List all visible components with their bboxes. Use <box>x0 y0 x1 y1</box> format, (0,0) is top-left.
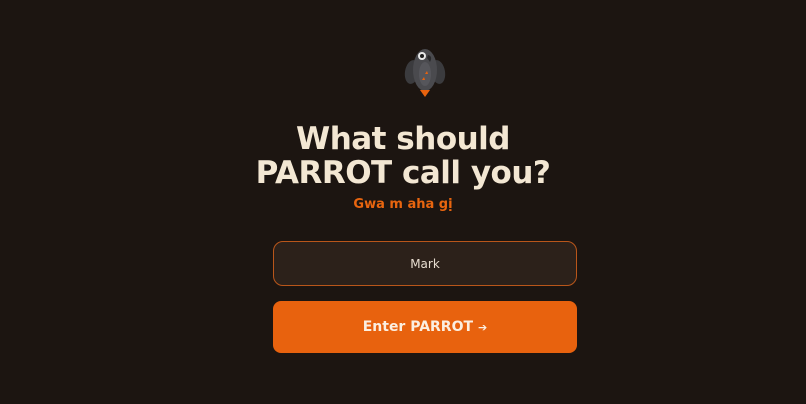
welcome-screen: What should PARROT call you? Gwa m aha g… <box>0 0 806 404</box>
name-input[interactable] <box>273 241 577 286</box>
page-subtitle: Gwa m aha gị <box>353 197 453 212</box>
page-title-line-2: PARROT call you? <box>255 155 551 191</box>
page-title-line-1: What should <box>296 121 511 157</box>
arrow-right-icon: ➔ <box>478 320 488 334</box>
parrot-icon <box>404 49 446 97</box>
enter-parrot-button[interactable]: Enter PARROT ➔ <box>273 301 577 353</box>
enter-parrot-button-label: Enter PARROT <box>362 319 474 335</box>
page-title: What should PARROT call you? <box>0 122 806 190</box>
